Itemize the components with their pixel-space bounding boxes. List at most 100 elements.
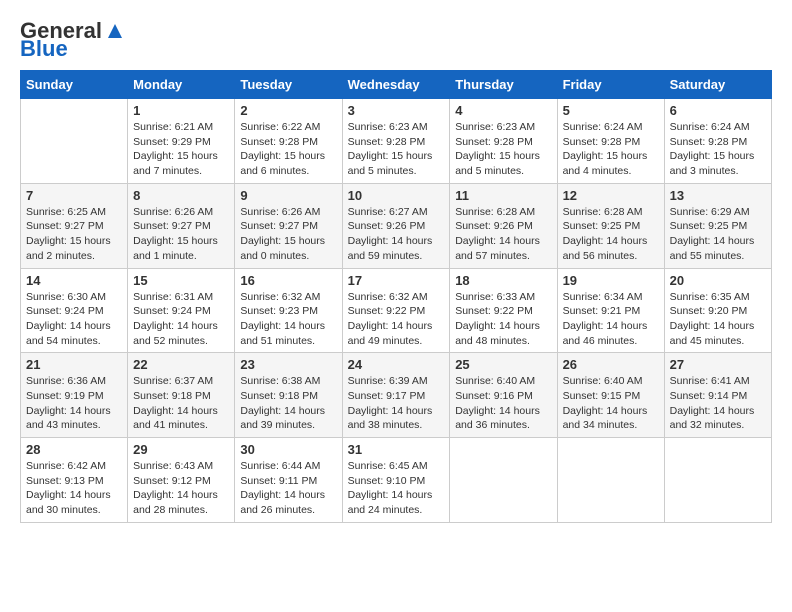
- day-number: 21: [26, 357, 122, 372]
- week-row-1: 7 Sunrise: 6:25 AMSunset: 9:27 PMDaylight…: [21, 183, 772, 268]
- day-number: 13: [670, 188, 766, 203]
- calendar-cell: [21, 99, 128, 184]
- calendar-cell: 21 Sunrise: 6:36 AMSunset: 9:19 PMDayligh…: [21, 353, 128, 438]
- day-number: 27: [670, 357, 766, 372]
- header-tuesday: Tuesday: [235, 71, 342, 99]
- calendar-cell: 5Sunrise: 6:24 AMSunset: 9:28 PMDaylight…: [557, 99, 664, 184]
- cell-info: Sunrise: 6:29 AMSunset: 9:25 PMDaylight:…: [670, 205, 766, 264]
- week-row-4: 28 Sunrise: 6:42 AMSunset: 9:13 PMDayligh…: [21, 438, 772, 523]
- calendar-cell: 17 Sunrise: 6:32 AMSunset: 9:22 PMDayligh…: [342, 268, 450, 353]
- header: General Blue: [20, 20, 772, 60]
- calendar-cell: [450, 438, 557, 523]
- cell-info: Sunrise: 6:27 AMSunset: 9:26 PMDaylight:…: [348, 205, 445, 264]
- day-number: 10: [348, 188, 445, 203]
- week-row-0: 1 Sunrise: 6:21 AMSunset: 9:29 PMDaylight…: [21, 99, 772, 184]
- day-number: 29: [133, 442, 229, 457]
- header-sunday: Sunday: [21, 71, 128, 99]
- logo-icon: [104, 20, 126, 42]
- calendar-cell: 10 Sunrise: 6:27 AMSunset: 9:26 PMDayligh…: [342, 183, 450, 268]
- day-number: 23: [240, 357, 336, 372]
- cell-info: Sunrise: 6:23 AMSunset: 9:28 PMDaylight:…: [348, 120, 445, 179]
- logo-blue: Blue: [20, 38, 68, 60]
- calendar-cell: 2Sunrise: 6:22 AMSunset: 9:28 PMDaylight…: [235, 99, 342, 184]
- day-number: 7: [26, 188, 122, 203]
- day-number: 19: [563, 273, 659, 288]
- cell-info: Sunrise: 6:26 AMSunset: 9:27 PMDaylight:…: [133, 205, 229, 264]
- day-number: 1: [133, 103, 229, 118]
- calendar-cell: 18 Sunrise: 6:33 AMSunset: 9:22 PMDayligh…: [450, 268, 557, 353]
- header-wednesday: Wednesday: [342, 71, 450, 99]
- cell-info: Sunrise: 6:31 AMSunset: 9:24 PMDaylight:…: [133, 290, 229, 349]
- day-number: 31: [348, 442, 445, 457]
- cell-info: Sunrise: 6:24 AMSunset: 9:28 PMDaylight:…: [670, 120, 766, 179]
- day-number: 4: [455, 103, 551, 118]
- day-number: 9: [240, 188, 336, 203]
- header-saturday: Saturday: [664, 71, 771, 99]
- header-row: SundayMondayTuesdayWednesdayThursdayFrid…: [21, 71, 772, 99]
- day-number: 15: [133, 273, 229, 288]
- cell-info: Sunrise: 6:43 AMSunset: 9:12 PMDaylight:…: [133, 459, 229, 518]
- cell-info: Sunrise: 6:32 AMSunset: 9:22 PMDaylight:…: [348, 290, 445, 349]
- calendar-cell: [557, 438, 664, 523]
- cell-info: Sunrise: 6:23 AMSunset: 9:28 PMDaylight:…: [455, 120, 551, 179]
- cell-info: Sunrise: 6:38 AMSunset: 9:18 PMDaylight:…: [240, 374, 336, 433]
- day-number: 3: [348, 103, 445, 118]
- week-row-3: 21 Sunrise: 6:36 AMSunset: 9:19 PMDayligh…: [21, 353, 772, 438]
- calendar-cell: 12Sunrise: 6:28 AMSunset: 9:25 PMDayligh…: [557, 183, 664, 268]
- day-number: 2: [240, 103, 336, 118]
- cell-info: Sunrise: 6:44 AMSunset: 9:11 PMDaylight:…: [240, 459, 336, 518]
- day-number: 30: [240, 442, 336, 457]
- day-number: 11: [455, 188, 551, 203]
- calendar-body: 1 Sunrise: 6:21 AMSunset: 9:29 PMDaylight…: [21, 99, 772, 523]
- calendar-cell: 24Sunrise: 6:39 AMSunset: 9:17 PMDayligh…: [342, 353, 450, 438]
- cell-info: Sunrise: 6:45 AMSunset: 9:10 PMDaylight:…: [348, 459, 445, 518]
- day-number: 18: [455, 273, 551, 288]
- day-number: 17: [348, 273, 445, 288]
- cell-info: Sunrise: 6:21 AMSunset: 9:29 PMDaylight:…: [133, 120, 229, 179]
- cell-info: Sunrise: 6:28 AMSunset: 9:25 PMDaylight:…: [563, 205, 659, 264]
- cell-info: Sunrise: 6:25 AMSunset: 9:27 PMDaylight:…: [26, 205, 122, 264]
- header-thursday: Thursday: [450, 71, 557, 99]
- day-number: 20: [670, 273, 766, 288]
- day-number: 6: [670, 103, 766, 118]
- calendar-cell: 4 Sunrise: 6:23 AMSunset: 9:28 PMDaylight…: [450, 99, 557, 184]
- calendar-cell: 8 Sunrise: 6:26 AMSunset: 9:27 PMDaylight…: [128, 183, 235, 268]
- cell-info: Sunrise: 6:33 AMSunset: 9:22 PMDaylight:…: [455, 290, 551, 349]
- cell-info: Sunrise: 6:41 AMSunset: 9:14 PMDaylight:…: [670, 374, 766, 433]
- logo: General Blue: [20, 20, 126, 60]
- calendar-cell: 29 Sunrise: 6:43 AMSunset: 9:12 PMDayligh…: [128, 438, 235, 523]
- day-number: 5: [563, 103, 659, 118]
- calendar-cell: 1 Sunrise: 6:21 AMSunset: 9:29 PMDaylight…: [128, 99, 235, 184]
- day-number: 28: [26, 442, 122, 457]
- cell-info: Sunrise: 6:28 AMSunset: 9:26 PMDaylight:…: [455, 205, 551, 264]
- header-friday: Friday: [557, 71, 664, 99]
- day-number: 16: [240, 273, 336, 288]
- calendar-cell: 9 Sunrise: 6:26 AMSunset: 9:27 PMDaylight…: [235, 183, 342, 268]
- calendar-cell: 27 Sunrise: 6:41 AMSunset: 9:14 PMDayligh…: [664, 353, 771, 438]
- cell-info: Sunrise: 6:35 AMSunset: 9:20 PMDaylight:…: [670, 290, 766, 349]
- calendar-table: SundayMondayTuesdayWednesdayThursdayFrid…: [20, 70, 772, 523]
- day-number: 25: [455, 357, 551, 372]
- day-number: 14: [26, 273, 122, 288]
- calendar-cell: 20 Sunrise: 6:35 AMSunset: 9:20 PMDayligh…: [664, 268, 771, 353]
- day-number: 8: [133, 188, 229, 203]
- calendar-cell: 25 Sunrise: 6:40 AMSunset: 9:16 PMDayligh…: [450, 353, 557, 438]
- calendar-cell: 14Sunrise: 6:30 AMSunset: 9:24 PMDayligh…: [21, 268, 128, 353]
- cell-info: Sunrise: 6:34 AMSunset: 9:21 PMDaylight:…: [563, 290, 659, 349]
- calendar-cell: 22Sunrise: 6:37 AMSunset: 9:18 PMDayligh…: [128, 353, 235, 438]
- calendar-cell: 13 Sunrise: 6:29 AMSunset: 9:25 PMDayligh…: [664, 183, 771, 268]
- calendar-cell: 15 Sunrise: 6:31 AMSunset: 9:24 PMDayligh…: [128, 268, 235, 353]
- calendar-cell: 3 Sunrise: 6:23 AMSunset: 9:28 PMDaylight…: [342, 99, 450, 184]
- calendar-cell: 11 Sunrise: 6:28 AMSunset: 9:26 PMDayligh…: [450, 183, 557, 268]
- cell-info: Sunrise: 6:42 AMSunset: 9:13 PMDaylight:…: [26, 459, 122, 518]
- calendar-cell: 26 Sunrise: 6:40 AMSunset: 9:15 PMDayligh…: [557, 353, 664, 438]
- day-number: 26: [563, 357, 659, 372]
- calendar-cell: 23 Sunrise: 6:38 AMSunset: 9:18 PMDayligh…: [235, 353, 342, 438]
- cell-info: Sunrise: 6:40 AMSunset: 9:15 PMDaylight:…: [563, 374, 659, 433]
- cell-info: Sunrise: 6:26 AMSunset: 9:27 PMDaylight:…: [240, 205, 336, 264]
- cell-info: Sunrise: 6:32 AMSunset: 9:23 PMDaylight:…: [240, 290, 336, 349]
- cell-info: Sunrise: 6:36 AMSunset: 9:19 PMDaylight:…: [26, 374, 122, 433]
- day-number: 24: [348, 357, 445, 372]
- calendar-header: SundayMondayTuesdayWednesdayThursdayFrid…: [21, 71, 772, 99]
- cell-info: Sunrise: 6:40 AMSunset: 9:16 PMDaylight:…: [455, 374, 551, 433]
